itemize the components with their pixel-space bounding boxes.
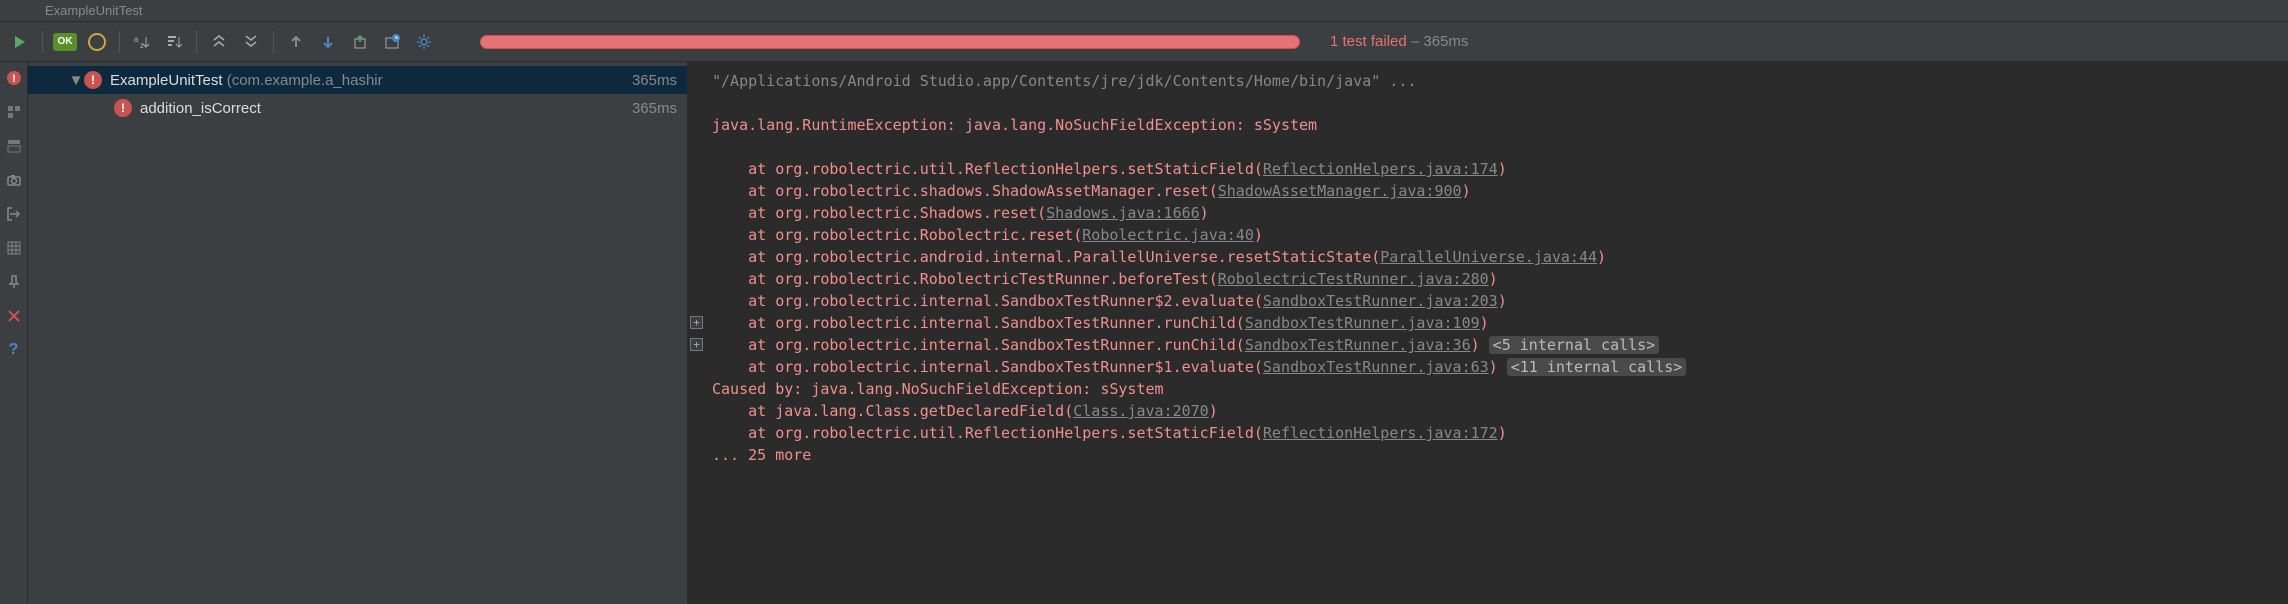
source-link[interactable]: Robolectric.java:40	[1082, 226, 1254, 244]
fold-expand-icon[interactable]: +	[690, 338, 703, 351]
main-content: ! ? ▼ ! ExampleUni	[0, 62, 2288, 604]
source-link[interactable]: ShadowAssetManager.java:900	[1218, 182, 1462, 200]
source-link[interactable]: ParallelUniverse.java:44	[1380, 248, 1597, 266]
svg-text:a: a	[134, 35, 139, 44]
caused-by-line: Caused by: java.lang.NoSuchFieldExceptio…	[712, 378, 2274, 400]
test-class-row[interactable]: ▼ ! ExampleUnitTest (com.example.a_hashi…	[28, 66, 687, 94]
show-ignored-button[interactable]	[83, 28, 111, 56]
internal-calls-badge[interactable]: <5 internal calls>	[1489, 336, 1660, 354]
svg-text:!: !	[12, 73, 16, 85]
exit-icon[interactable]	[4, 204, 24, 224]
source-link[interactable]: SandboxTestRunner.java:63	[1263, 358, 1489, 376]
grid-icon[interactable]	[4, 238, 24, 258]
stack-frame: at org.robolectric.internal.SandboxTestR…	[712, 290, 2274, 312]
sort-alpha-button[interactable]: az	[128, 28, 156, 56]
fold-expand-icon[interactable]: +	[690, 316, 703, 329]
test-progress-bar	[480, 35, 1300, 49]
test-class-label: ExampleUnitTest (com.example.a_hashir	[110, 72, 632, 89]
error-badge-icon: !	[114, 99, 132, 117]
stack-frame: at org.robolectric.util.ReflectionHelper…	[712, 422, 2274, 444]
test-status-text: 1 test failed – 365ms	[1330, 33, 1468, 50]
separator	[196, 31, 197, 53]
stack-frame: at org.robolectric.internal.SandboxTestR…	[712, 356, 2274, 378]
exception-line: java.lang.RuntimeException: java.lang.No…	[712, 114, 2274, 136]
fold-gutter: + +	[688, 62, 708, 604]
stack-frame: at java.lang.Class.getDeclaredField(Clas…	[712, 400, 2274, 422]
next-failed-button[interactable]	[314, 28, 342, 56]
error-badge-icon: !	[84, 71, 102, 89]
camera-icon[interactable]	[4, 170, 24, 190]
run-config-name: ExampleUnitTest	[45, 3, 143, 18]
separator	[273, 31, 274, 53]
settings-button[interactable]	[410, 28, 438, 56]
stack-frame: at org.robolectric.Robolectric.reset(Rob…	[712, 224, 2274, 246]
more-line: ... 25 more	[712, 444, 2274, 466]
stack-frame: at org.robolectric.android.internal.Para…	[712, 246, 2274, 268]
separator	[119, 31, 120, 53]
source-link[interactable]: SandboxTestRunner.java:203	[1263, 292, 1498, 310]
source-link[interactable]: ReflectionHelpers.java:172	[1263, 424, 1498, 442]
tool-window-gutter: ! ?	[0, 62, 28, 604]
collapse-all-button[interactable]	[237, 28, 265, 56]
command-line: "/Applications/Android Studio.app/Conten…	[712, 70, 2274, 92]
internal-calls-badge[interactable]: <11 internal calls>	[1507, 358, 1687, 376]
source-link[interactable]: Class.java:2070	[1073, 402, 1208, 420]
layout-icon[interactable]	[4, 136, 24, 156]
toggle-auto-test-icon[interactable]	[4, 102, 24, 122]
stack-frame: at org.robolectric.Shadows.reset(Shadows…	[712, 202, 2274, 224]
source-link[interactable]: Shadows.java:1666	[1046, 204, 1200, 222]
run-button[interactable]	[6, 28, 34, 56]
chevron-down-icon[interactable]: ▼	[68, 72, 84, 89]
test-tree[interactable]: ▼ ! ExampleUnitTest (com.example.a_hashi…	[28, 62, 688, 604]
rerun-failed-icon[interactable]: !	[4, 68, 24, 88]
progress-area: 1 test failed – 365ms	[440, 33, 2288, 50]
source-link[interactable]: ReflectionHelpers.java:174	[1263, 160, 1498, 178]
console-content: "/Applications/Android Studio.app/Conten…	[688, 70, 2274, 466]
expand-all-button[interactable]	[205, 28, 233, 56]
test-toolbar: OK az 1 test failed – 365ms	[0, 22, 2288, 62]
sort-duration-button[interactable]	[160, 28, 188, 56]
stack-frame: at org.robolectric.RobolectricTestRunner…	[712, 268, 2274, 290]
history-button[interactable]	[378, 28, 406, 56]
export-results-button[interactable]	[346, 28, 374, 56]
test-method-row[interactable]: ! addition_isCorrect 365ms	[28, 94, 687, 122]
ok-icon: OK	[53, 33, 77, 51]
console-output[interactable]: + + "/Applications/Android Studio.app/Co…	[688, 62, 2288, 604]
source-link[interactable]: SandboxTestRunner.java:36	[1245, 336, 1471, 354]
stack-frame: at org.robolectric.util.ReflectionHelper…	[712, 158, 2274, 180]
help-icon[interactable]: ?	[4, 340, 24, 360]
fail-count-label: 1 test failed	[1330, 33, 1407, 50]
test-method-label: addition_isCorrect	[140, 100, 632, 117]
status-separator: –	[1407, 33, 1424, 50]
separator	[42, 31, 43, 53]
stack-frame: at org.robolectric.shadows.ShadowAssetMa…	[712, 180, 2274, 202]
show-passed-button[interactable]: OK	[51, 28, 79, 56]
stack-frame: at org.robolectric.internal.SandboxTestR…	[712, 334, 2274, 356]
source-link[interactable]: SandboxTestRunner.java:109	[1245, 314, 1480, 332]
close-icon[interactable]	[4, 306, 24, 326]
svg-text:z: z	[140, 41, 144, 50]
prev-failed-button[interactable]	[282, 28, 310, 56]
pin-icon[interactable]	[4, 272, 24, 292]
status-duration: 365ms	[1423, 33, 1468, 50]
source-link[interactable]: RobolectricTestRunner.java:280	[1218, 270, 1489, 288]
test-method-time: 365ms	[632, 100, 677, 117]
title-bar: ExampleUnitTest	[0, 0, 2288, 22]
stack-frame: at org.robolectric.internal.SandboxTestR…	[712, 312, 2274, 334]
test-class-time: 365ms	[632, 72, 677, 89]
